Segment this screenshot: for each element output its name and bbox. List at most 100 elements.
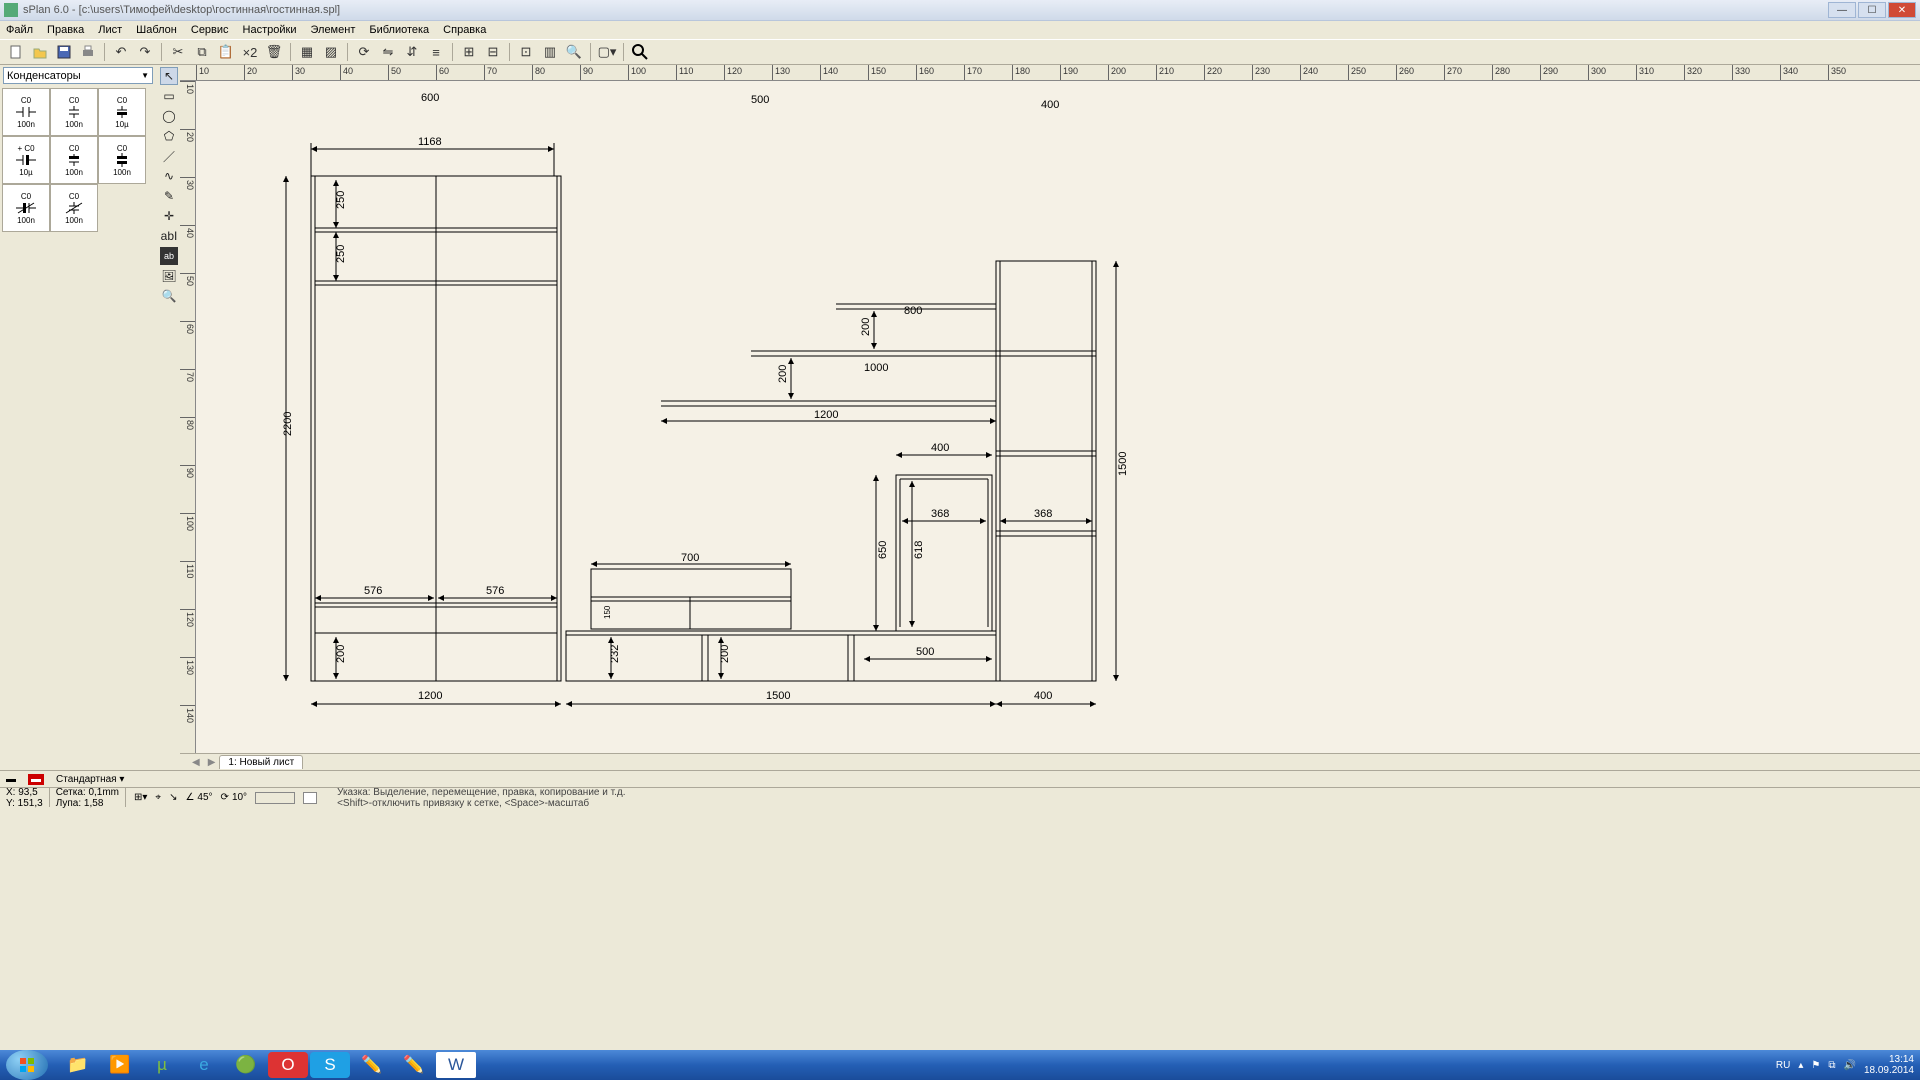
svg-text:1500: 1500	[1117, 452, 1129, 476]
library-combo-label: Конденсаторы	[7, 70, 81, 82]
mirror-v-icon[interactable]: ⇵	[402, 42, 422, 62]
taskbar-ie-icon[interactable]: e	[184, 1052, 224, 1078]
label-tool[interactable]: ab	[160, 247, 178, 265]
window-title: sPlan 6.0 - [c:\users\Тимофей\desktop\го…	[23, 4, 340, 16]
zoom-icon[interactable]	[630, 42, 650, 62]
menubar: Файл Правка Лист Шаблон Сервис Настройки…	[0, 21, 1920, 39]
symbol-cap-4[interactable]: + C010µ	[2, 136, 50, 184]
svg-text:150: 150	[603, 605, 612, 619]
symbol-cap-2[interactable]: C0100n	[50, 88, 98, 136]
redo-icon[interactable]: ↷	[135, 42, 155, 62]
cut-icon[interactable]: ✂	[168, 42, 188, 62]
status-bar: X: 93,5 Y: 151,3 Сетка: 0,1mm Лупа: 1,58…	[0, 787, 1920, 807]
menu-settings[interactable]: Настройки	[243, 24, 297, 36]
copy-icon[interactable]: ⧉	[192, 42, 212, 62]
taskbar-opera-icon[interactable]: O	[268, 1052, 308, 1078]
rotate-icon[interactable]: ⟳	[354, 42, 374, 62]
grid-toggle[interactable]: ⊞▾	[134, 792, 147, 803]
svg-text:400: 400	[931, 442, 949, 454]
start-button[interactable]	[6, 1050, 48, 1080]
freehand-tool[interactable]: ✎	[160, 187, 178, 205]
snap-toggle[interactable]: ⌖	[155, 792, 161, 803]
align-icon[interactable]: ≡	[426, 42, 446, 62]
symbol-cap-1[interactable]: C0100n	[2, 88, 50, 136]
taskbar-chrome-icon[interactable]: 🟢	[226, 1052, 266, 1078]
menu-service[interactable]: Сервис	[191, 24, 229, 36]
library-combo[interactable]: Конденсаторы ▼	[3, 67, 153, 84]
open-icon[interactable]	[30, 42, 50, 62]
taskbar-wmp-icon[interactable]: ▶️	[100, 1052, 140, 1078]
symbol-cap-5[interactable]: C0100n	[50, 136, 98, 184]
sheet-tab-1[interactable]: 1: Новый лист	[219, 755, 303, 769]
taskbar-splan-icon[interactable]: ✏️	[352, 1052, 392, 1078]
paste-icon[interactable]: 📋	[216, 42, 236, 62]
symbol-cap-7[interactable]: C0100n	[2, 184, 50, 232]
svg-text:1168: 1168	[418, 136, 442, 148]
maximize-button[interactable]: ☐	[1858, 2, 1886, 18]
tray-flag-icon[interactable]: ⚑	[1811, 1060, 1820, 1071]
legend-bar: ▬ ▬ Стандартная ▾	[0, 770, 1920, 787]
print-icon[interactable]	[78, 42, 98, 62]
taskbar-explorer-icon[interactable]: 📁	[58, 1052, 98, 1078]
find-icon[interactable]: 🔍	[564, 42, 584, 62]
poly-tool[interactable]: ⬠	[160, 127, 178, 145]
ungroup-icon[interactable]: ⊟	[483, 42, 503, 62]
delete-icon[interactable]: 🗑	[264, 42, 284, 62]
snap-icon[interactable]: ⊡	[516, 42, 536, 62]
pointer-tool[interactable]: ↖	[160, 67, 178, 85]
bezier-tool[interactable]: ∿	[160, 167, 178, 185]
page-icon[interactable]: ▢▾	[597, 42, 617, 62]
taskbar-skype-icon[interactable]: S	[310, 1052, 350, 1078]
new-icon[interactable]	[6, 42, 26, 62]
fill-combo[interactable]	[303, 792, 317, 804]
group-icon[interactable]: ⊞	[459, 42, 479, 62]
tray-lang[interactable]: RU	[1776, 1060, 1790, 1071]
front-icon[interactable]: ▦	[297, 42, 317, 62]
circle-tool[interactable]: ◯	[160, 107, 178, 125]
back-icon[interactable]: ▨	[321, 42, 341, 62]
mirror-h-icon[interactable]: ⇋	[378, 42, 398, 62]
taskbar-word-icon[interactable]: W	[436, 1052, 476, 1078]
menu-help[interactable]: Справка	[443, 24, 486, 36]
menu-sheet[interactable]: Лист	[98, 24, 122, 36]
text-tool[interactable]: abI	[160, 227, 178, 245]
tray-vol-icon[interactable]: 🔊	[1843, 1060, 1855, 1071]
symbol-cap-8[interactable]: C0100n	[50, 184, 98, 232]
legend-dropdown[interactable]: Стандартная ▾	[56, 774, 124, 785]
menu-file[interactable]: Файл	[6, 24, 33, 36]
taskbar-app2-icon[interactable]: ✏️	[394, 1052, 434, 1078]
symbol-cap-6[interactable]: C0100n	[98, 136, 146, 184]
node-tool[interactable]: ✛	[160, 207, 178, 225]
tab-next[interactable]: ▶	[204, 757, 220, 768]
menu-element[interactable]: Элемент	[310, 24, 355, 36]
symbol-cap-3[interactable]: C010µ	[98, 88, 146, 136]
zoom-tool[interactable]: 🔍	[160, 287, 178, 305]
tray-net-icon[interactable]: ⧉	[1828, 1060, 1835, 1071]
undo-icon[interactable]: ↶	[111, 42, 131, 62]
svg-text:500: 500	[916, 646, 934, 658]
close-button[interactable]: ✕	[1888, 2, 1916, 18]
menu-template[interactable]: Шаблон	[136, 24, 177, 36]
line-tool[interactable]: ／	[160, 147, 178, 165]
drawing-canvas[interactable]: 600 500 400	[196, 81, 1920, 753]
grid-icon[interactable]: ▥	[540, 42, 560, 62]
menu-edit[interactable]: Правка	[47, 24, 84, 36]
hint-text: Указка: Выделение, перемещение, правка, …	[337, 787, 625, 809]
taskbar-utorrent-icon[interactable]: µ	[142, 1052, 182, 1078]
tray-clock[interactable]: 13:14 18.09.2014	[1864, 1054, 1914, 1076]
svg-text:368: 368	[931, 508, 949, 520]
angle-45[interactable]: ∠ 45°	[185, 792, 212, 803]
dup-icon[interactable]: ×2	[240, 42, 260, 62]
save-icon[interactable]	[54, 42, 74, 62]
minimize-button[interactable]: —	[1828, 2, 1856, 18]
tab-prev[interactable]: ◀	[188, 757, 204, 768]
lineweight-combo[interactable]	[255, 792, 295, 804]
system-tray: RU ▴ ⚑ ⧉ 🔊 13:14 18.09.2014	[1776, 1054, 1920, 1076]
angle-10[interactable]: ⟳ 10°	[221, 792, 248, 803]
image-tool[interactable]: 🖼	[160, 267, 178, 285]
ruler-horizontal: 1020304050607080901001101201301401501601…	[180, 65, 1920, 81]
menu-library[interactable]: Библиотека	[369, 24, 429, 36]
rect-tool[interactable]: ▭	[160, 87, 178, 105]
tray-up-icon[interactable]: ▴	[1798, 1060, 1803, 1071]
ortho-toggle[interactable]: ↘	[169, 792, 177, 803]
